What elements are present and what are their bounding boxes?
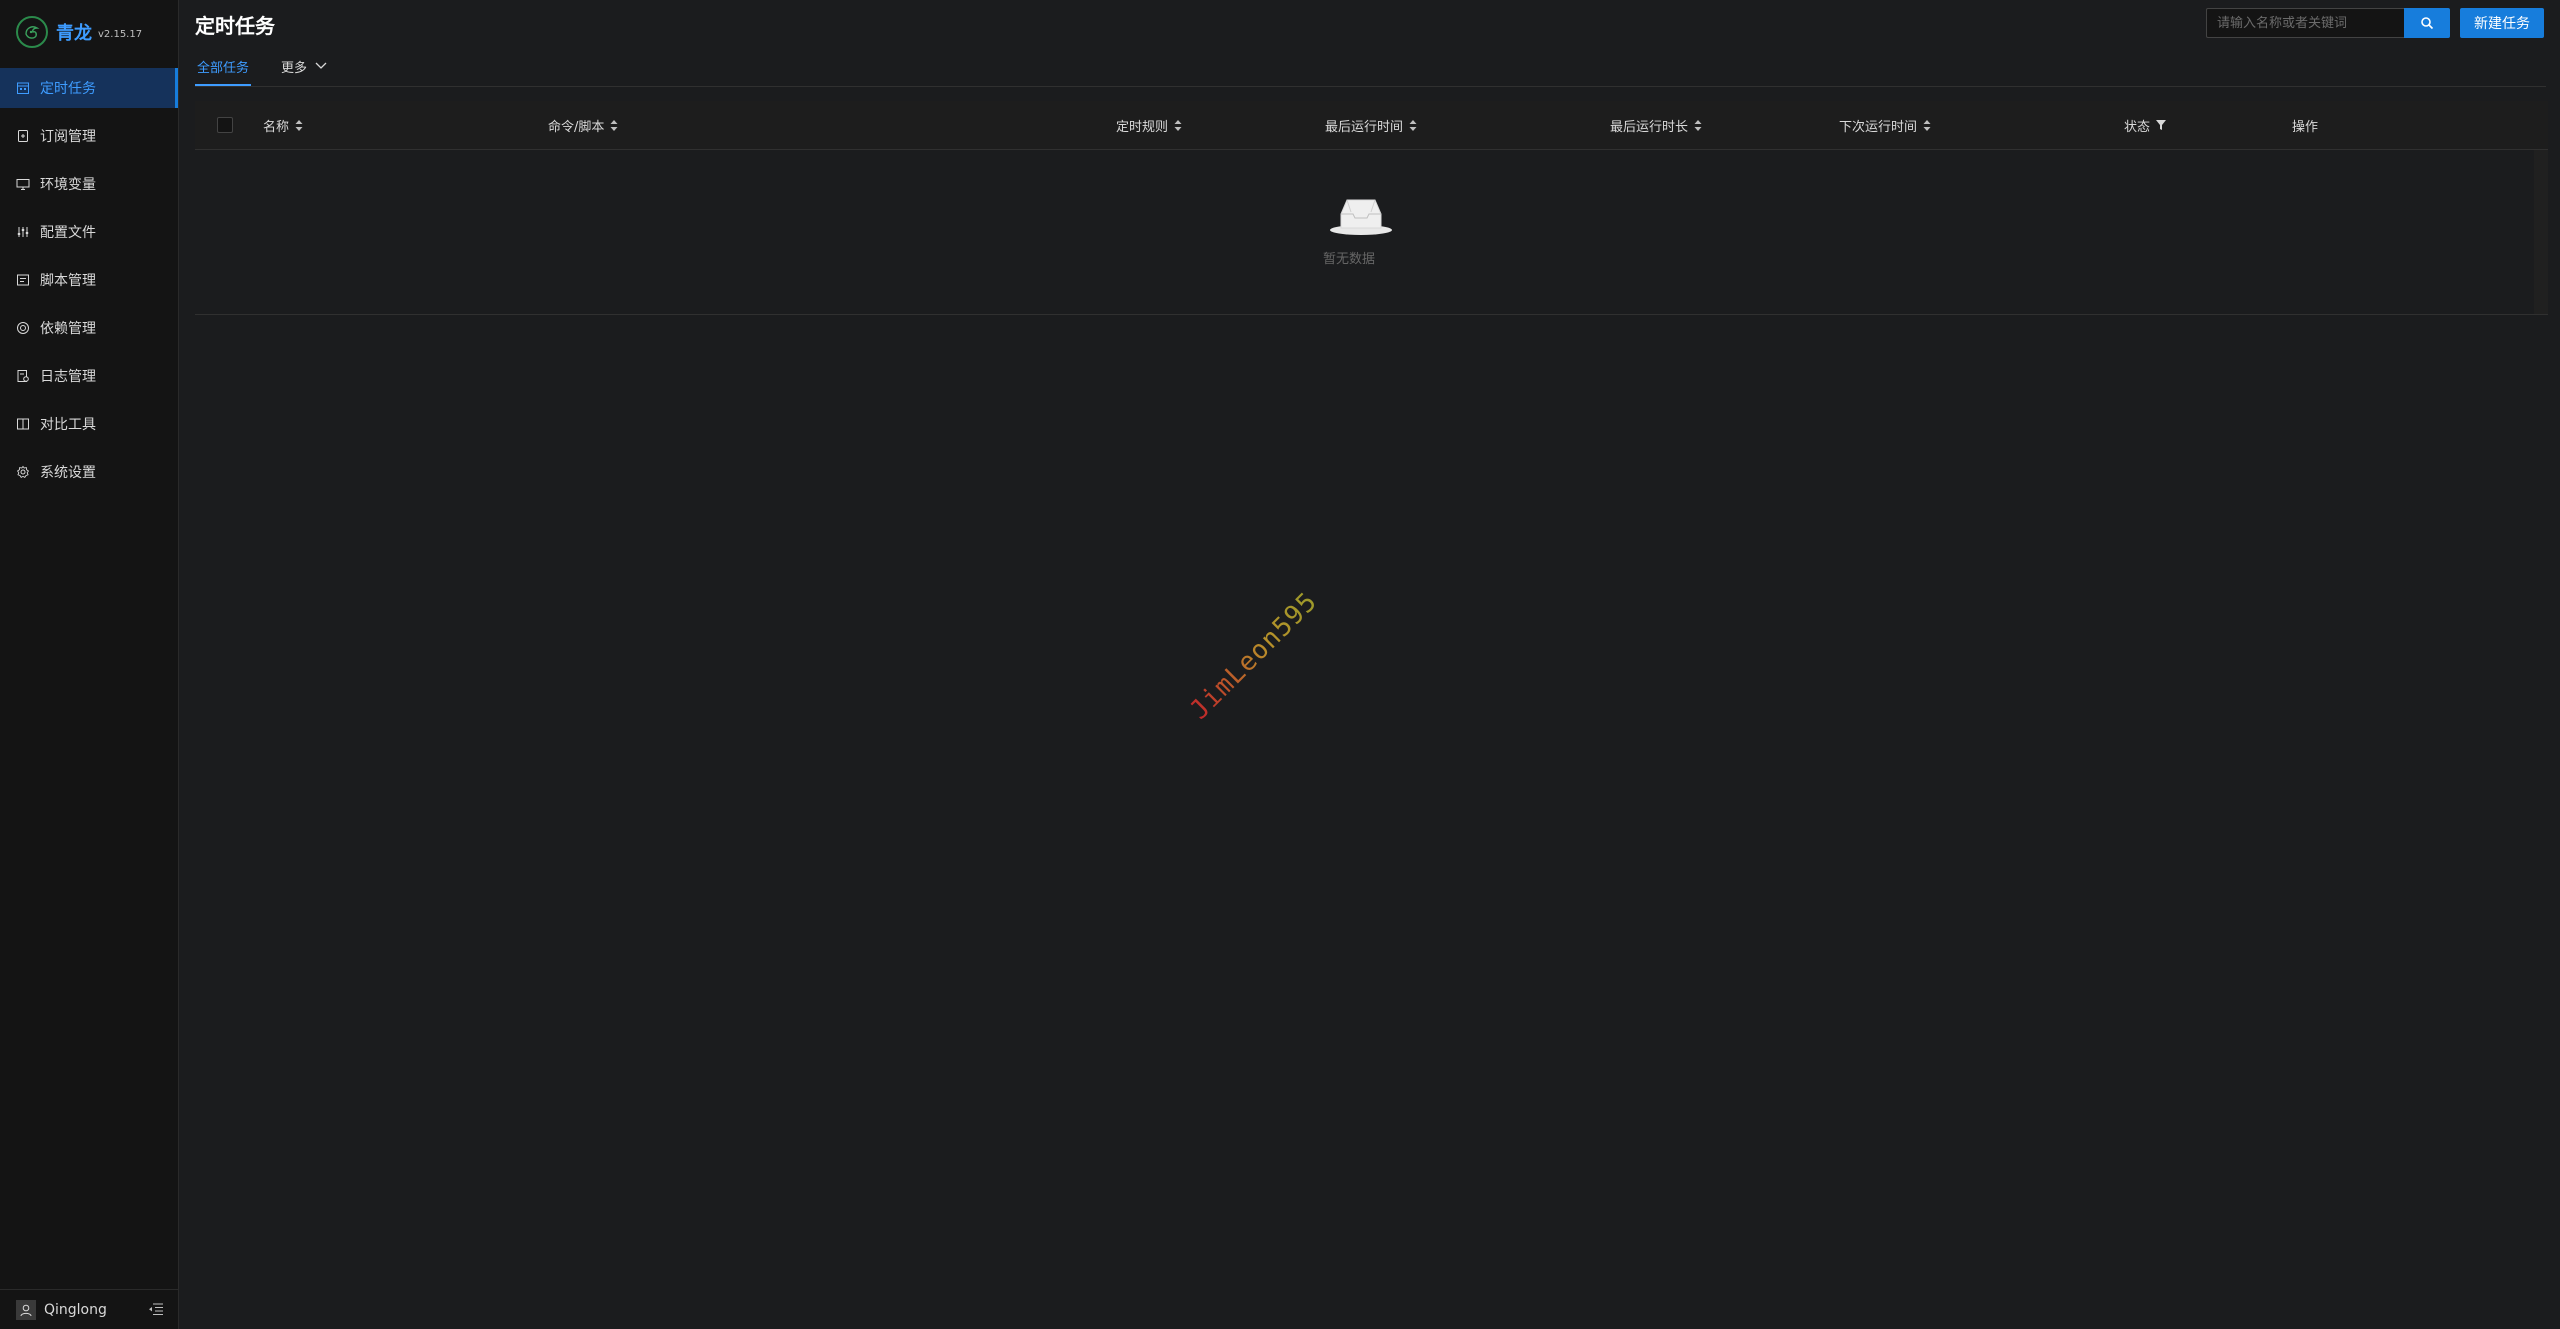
search-button[interactable] (2404, 8, 2450, 38)
sidebar-item-label: 脚本管理 (40, 273, 96, 289)
app-logo[interactable]: 青龙 v2.15.17 (0, 0, 178, 64)
user-avatar[interactable] (16, 1299, 36, 1320)
sort-icon (1694, 119, 1702, 131)
sidebar-item-label: 对比工具 (40, 417, 96, 433)
sort-icon (1174, 119, 1182, 131)
sidebar-item-label: 系统设置 (40, 465, 96, 481)
sidebar-item-dependencies[interactable]: 依赖管理 (0, 308, 178, 348)
subscription-icon (16, 129, 30, 143)
desktop-icon (16, 177, 30, 191)
column-header-command[interactable]: 命令/脚本 (548, 116, 618, 135)
column-header-status[interactable]: 状态 (2124, 116, 2167, 135)
column-label: 状态 (2124, 119, 2151, 135)
settings-icon (16, 465, 30, 479)
column-label: 最后运行时间 (1325, 119, 1404, 135)
sidebar-item-label: 环境变量 (40, 177, 96, 193)
chevron-down-icon (315, 59, 327, 74)
table-header: 名称 命令/脚本 定时规则 最后运行时间 最后运行时长 下次运行时间 状态 操作 (195, 101, 2548, 150)
column-header-actions: 操作 (2292, 116, 2318, 135)
sidebar-item-cron[interactable]: 定时任务 (0, 68, 178, 108)
sort-icon (1923, 119, 1931, 131)
user-name[interactable]: Qinglong (44, 1302, 107, 1318)
tasks-table: 名称 命令/脚本 定时规则 最后运行时间 最后运行时长 下次运行时间 状态 操作… (195, 101, 2548, 315)
search-box (2206, 8, 2450, 38)
column-label: 命令/脚本 (548, 119, 605, 135)
sort-icon (610, 119, 618, 131)
column-label: 最后运行时长 (1610, 119, 1689, 135)
sidebar-item-label: 配置文件 (40, 225, 96, 241)
log-icon (16, 369, 30, 383)
tab-more[interactable]: 更多 (279, 57, 329, 86)
app-title: 青龙 (56, 23, 92, 44)
search-icon (2421, 17, 2434, 30)
tab-label: 更多 (281, 61, 308, 76)
sidebar-item-subscription[interactable]: 订阅管理 (0, 116, 178, 156)
column-label: 定时规则 (1116, 119, 1169, 135)
column-header-last-run-duration[interactable]: 最后运行时长 (1610, 116, 1702, 135)
sidebar-item-label: 订阅管理 (40, 129, 96, 145)
sidebar-item-label: 依赖管理 (40, 321, 96, 337)
dependency-icon (16, 321, 30, 335)
app-version: v2.15.17 (98, 28, 143, 40)
empty-text: 暂无数据 (1322, 252, 1376, 267)
header-actions: 新建任务 (2206, 8, 2544, 38)
new-task-button[interactable]: 新建任务 (2460, 8, 2544, 38)
sidebar-footer: Qinglong (0, 1289, 178, 1329)
column-header-last-run-time[interactable]: 最后运行时间 (1325, 116, 1417, 135)
column-header-name[interactable]: 名称 (263, 116, 303, 135)
column-label: 操作 (2292, 119, 2319, 135)
empty-box-icon (1329, 194, 1393, 240)
sort-icon (1409, 119, 1417, 131)
sort-icon (295, 119, 303, 131)
main-content: 定时任务 新建任务 全部任务 更多 名称 (179, 0, 2560, 1329)
calendar-icon (16, 81, 30, 95)
page-header: 定时任务 新建任务 (179, 0, 2560, 48)
sidebar: 青龙 v2.15.17 定时任务 订阅管理 环境变量 配置文件 脚本管理 依赖管… (0, 0, 179, 1329)
select-all-checkbox[interactable] (217, 117, 233, 133)
tab-label: 全部任务 (197, 61, 250, 76)
column-header-schedule[interactable]: 定时规则 (1116, 116, 1182, 135)
qinglong-logo-icon (16, 16, 48, 48)
menu-collapse-icon[interactable] (148, 1302, 164, 1320)
column-label: 下次运行时间 (1839, 119, 1918, 135)
sidebar-item-env[interactable]: 环境变量 (0, 164, 178, 204)
sidebar-item-settings[interactable]: 系统设置 (0, 452, 178, 492)
task-tabs: 全部任务 更多 (195, 48, 2546, 87)
filter-icon[interactable] (2156, 120, 2167, 130)
sidebar-menu: 定时任务 订阅管理 环境变量 配置文件 脚本管理 依赖管理 日志管理 对比工具 … (0, 68, 178, 492)
sidebar-item-scripts[interactable]: 脚本管理 (0, 260, 178, 300)
table-scrollbar[interactable] (2534, 150, 2548, 314)
sidebar-item-config[interactable]: 配置文件 (0, 212, 178, 252)
diff-icon (16, 417, 30, 431)
column-label: 名称 (263, 119, 290, 135)
sliders-icon (16, 225, 30, 239)
sidebar-item-label: 定时任务 (40, 81, 96, 97)
sidebar-item-diff[interactable]: 对比工具 (0, 404, 178, 444)
user-icon (20, 1304, 32, 1316)
search-input[interactable] (2206, 8, 2404, 38)
sidebar-item-logs[interactable]: 日志管理 (0, 356, 178, 396)
script-icon (16, 273, 30, 287)
tab-all-tasks[interactable]: 全部任务 (195, 57, 252, 86)
sidebar-item-label: 日志管理 (40, 369, 96, 385)
table-empty-state: 暂无数据 (195, 150, 2548, 315)
page-title: 定时任务 (195, 13, 275, 38)
column-header-next-run-time[interactable]: 下次运行时间 (1839, 116, 1931, 135)
